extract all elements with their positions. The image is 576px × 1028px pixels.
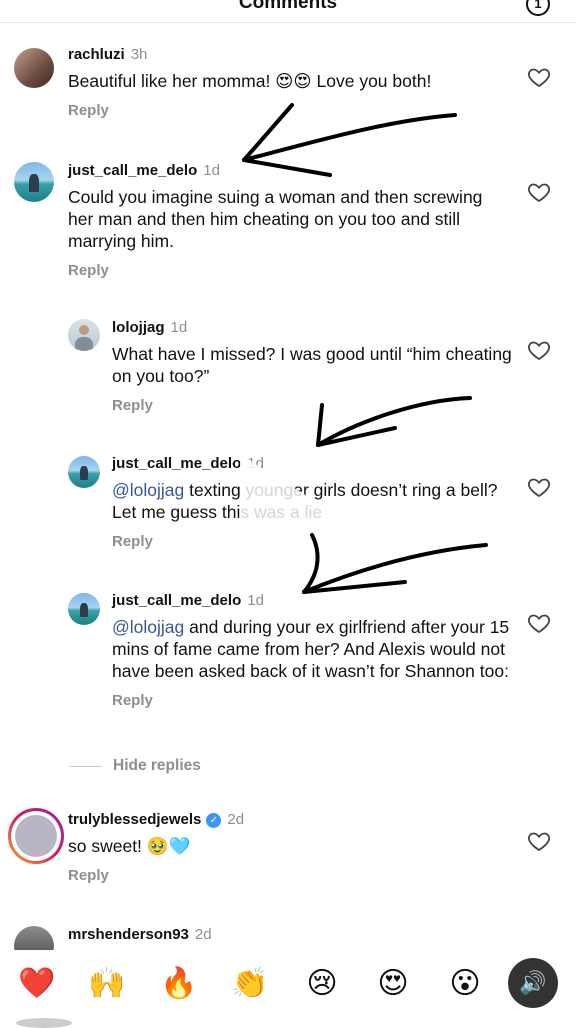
- comments-header: Comments 1: [0, 0, 576, 23]
- mention-link[interactable]: @lolojjag: [112, 480, 184, 500]
- reply-button[interactable]: Reply: [68, 102, 508, 119]
- arrow-1-shaft: [242, 113, 457, 162]
- comment-text: Beautiful like her momma! 😍😍 Love you bo…: [68, 71, 432, 91]
- reply-button[interactable]: Reply: [68, 262, 508, 279]
- clapping-reaction-icon[interactable]: 👏: [228, 964, 272, 1004]
- username[interactable]: lolojjag: [112, 319, 165, 336]
- surprised-reaction-icon[interactable]: 😮: [443, 964, 487, 1004]
- avatar[interactable]: [8, 808, 64, 864]
- like-heart-icon[interactable]: [527, 475, 551, 499]
- next-avatar-peek: [16, 1018, 72, 1028]
- avatar-logo-icon: [15, 815, 57, 857]
- reply-button[interactable]: Reply: [68, 867, 508, 884]
- comment-reply: just_call_me_delo 1d @lolojjag and during…: [112, 592, 512, 709]
- reply-button[interactable]: Reply: [112, 692, 512, 709]
- hide-replies-button[interactable]: Hide replies: [113, 757, 201, 775]
- avatar[interactable]: [14, 48, 54, 88]
- reply-button[interactable]: Reply: [112, 397, 512, 414]
- comment-time: 2d: [194, 926, 212, 943]
- like-heart-icon[interactable]: [527, 611, 551, 635]
- username[interactable]: just_call_me_delo: [112, 592, 241, 609]
- username[interactable]: trulyblessedjewels: [68, 811, 201, 828]
- heart-eyes-reaction-icon[interactable]: 😍: [371, 964, 415, 1004]
- avatar[interactable]: [68, 456, 100, 488]
- mention-link[interactable]: @lolojjag: [112, 617, 184, 637]
- username[interactable]: just_call_me_delo: [68, 162, 197, 179]
- play-icon[interactable]: [238, 452, 338, 572]
- like-heart-icon[interactable]: [527, 829, 551, 853]
- comment-text: What have I missed? I was good until “hi…: [112, 344, 512, 386]
- page-title: Comments: [238, 0, 338, 13]
- hide-replies-divider: [70, 766, 102, 767]
- username[interactable]: mrshenderson93: [68, 926, 189, 943]
- like-heart-icon[interactable]: [527, 180, 551, 204]
- comment: just_call_me_delo 1d Could you imagine su…: [68, 162, 508, 279]
- avatar[interactable]: [68, 593, 100, 625]
- raising-hands-reaction-icon[interactable]: 🙌: [85, 964, 129, 1004]
- fire-reaction-icon[interactable]: 🔥: [157, 964, 201, 1004]
- comment-text: Could you imagine suing a woman and then…: [68, 187, 483, 251]
- comment: mrshenderson93 2d: [68, 926, 508, 944]
- username[interactable]: just_call_me_delo: [112, 455, 241, 472]
- comment-text: so sweet! 🥹🩵: [68, 836, 191, 856]
- sound-toggle-icon[interactable]: 🔊: [508, 958, 558, 1008]
- comment-time: 2d: [227, 811, 245, 828]
- arrow-2-head-lower: [316, 426, 397, 447]
- comment-time: 1d: [247, 592, 264, 609]
- comment-time: 1d: [170, 319, 188, 336]
- comment-time: 1d: [203, 162, 220, 179]
- comment-time: 3h: [130, 46, 148, 63]
- verified-badge-icon: ✓: [206, 813, 222, 828]
- avatar[interactable]: [14, 162, 54, 202]
- comment: trulyblessedjewels ✓ 2d so sweet! 🥹🩵 Reply: [68, 811, 508, 884]
- crying-reaction-icon[interactable]: 😢: [300, 964, 344, 1004]
- heart-reaction-icon[interactable]: ❤️: [15, 964, 59, 1004]
- arrow-3-head-lower: [302, 580, 407, 594]
- like-heart-icon[interactable]: [527, 338, 551, 362]
- comment-text: @lolojjag and during your ex girlfriend …: [112, 616, 512, 682]
- username[interactable]: rachluzi: [68, 46, 125, 63]
- like-heart-icon[interactable]: [527, 65, 551, 89]
- avatar[interactable]: [68, 319, 100, 351]
- comment-reply: lolojjag 1d What have I missed? I was goo…: [112, 319, 512, 414]
- comment: rachluzi 3h Beautiful like her momma! 😍😍 …: [68, 46, 508, 119]
